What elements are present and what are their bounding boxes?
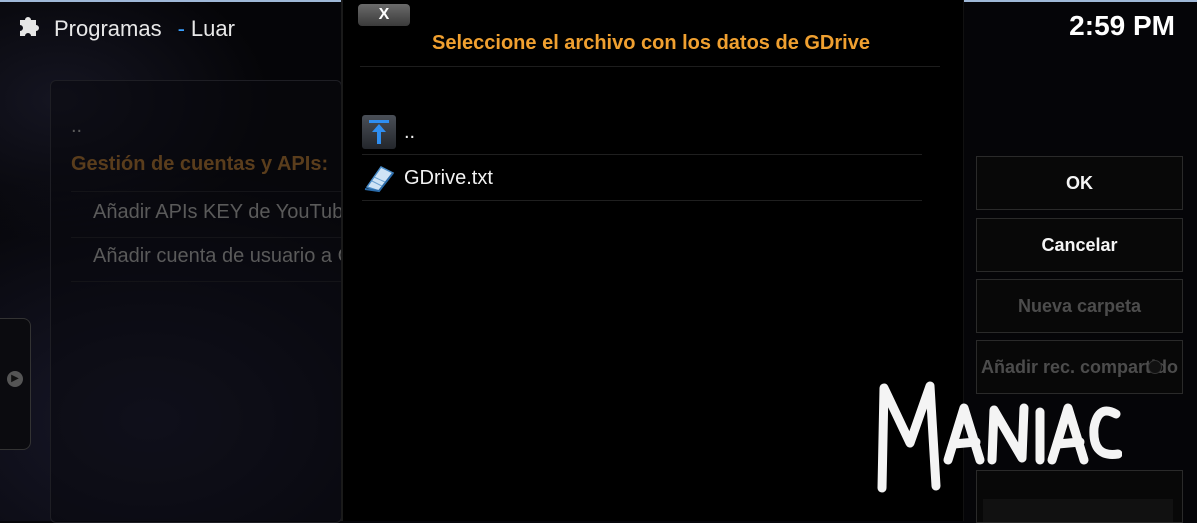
list-heading: Gestión de cuentas y APIs: xyxy=(71,153,329,175)
radio-icon xyxy=(1148,360,1162,374)
clock: 2:59 PM xyxy=(1069,10,1175,41)
file-label: .. xyxy=(404,120,416,143)
breadcrumb-separator: - xyxy=(177,16,185,41)
maniac-watermark-logo xyxy=(872,368,1123,503)
divider xyxy=(71,237,341,238)
chevron-right-icon: ▶ xyxy=(7,371,23,387)
list-item-parent[interactable]: .. xyxy=(71,115,82,138)
file-item-gdrive-txt[interactable]: GDrive.txt xyxy=(362,156,922,201)
background-list-panel: .. Gestión de cuentas y APIs: Añadir API… xyxy=(50,80,400,523)
side-menu-tab[interactable]: ▶ xyxy=(0,318,31,450)
puzzle-icon xyxy=(16,12,44,46)
list-item-youtube-api[interactable]: Añadir APIs KEY de YouTube xyxy=(93,201,354,224)
dialog-title: Seleccione el archivo con los datos de G… xyxy=(432,32,870,54)
close-button[interactable]: X xyxy=(358,4,410,26)
divider xyxy=(71,281,341,282)
ok-button[interactable]: OK xyxy=(976,156,1183,210)
breadcrumb: Programas - Luar xyxy=(16,12,235,46)
file-label: GDrive.txt xyxy=(404,166,493,189)
text-file-icon xyxy=(362,161,396,195)
file-item-parent[interactable]: .. xyxy=(362,110,922,155)
file-browser-dialog xyxy=(341,0,964,521)
cancel-button[interactable]: Cancelar xyxy=(976,218,1183,272)
new-folder-button[interactable]: Nueva carpeta xyxy=(976,279,1183,333)
breadcrumb-addon: Luar xyxy=(190,16,235,41)
divider xyxy=(71,191,341,192)
title-divider xyxy=(360,66,940,67)
breadcrumb-section: Programas xyxy=(54,16,162,41)
folder-up-icon xyxy=(362,115,396,149)
